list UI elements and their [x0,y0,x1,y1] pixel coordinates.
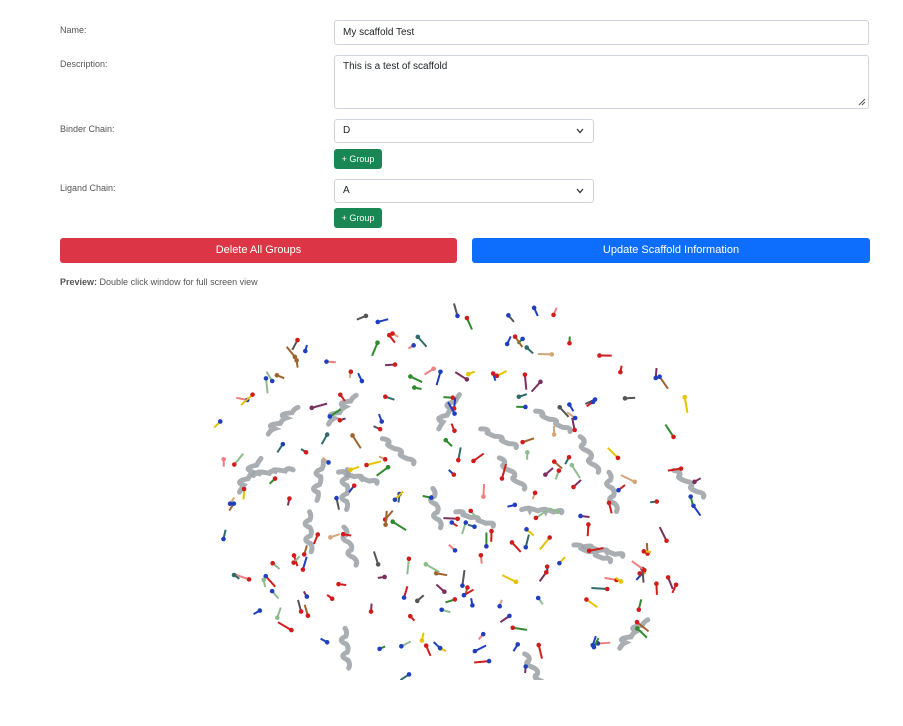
description-label: Description: [60,59,108,69]
ligand-chain-select[interactable]: A [334,179,594,203]
binder-add-group-button[interactable]: + Group [334,149,382,169]
chevron-down-icon [576,128,584,134]
ligand-chain-value: A [343,185,350,196]
delete-all-groups-button[interactable]: Delete All Groups [60,238,457,263]
description-textarea[interactable]: This is a test of scaffold [334,55,869,109]
update-scaffold-button[interactable]: Update Scaffold Information [472,238,870,263]
binder-chain-select[interactable]: D [334,119,594,143]
ligand-chain-label: Ligand Chain: [60,183,116,193]
binder-chain-label: Binder Chain: [60,124,115,134]
preview-caption: Preview: Double click window for full sc… [60,277,258,287]
resize-handle-icon[interactable] [858,98,866,106]
preview-hint: Double click window for full screen view [99,277,258,287]
binder-chain-value: D [343,125,351,136]
name-input[interactable]: My scaffold Test [334,20,869,45]
chevron-down-icon [576,188,584,194]
preview-label: Preview: [60,277,98,287]
molecule-viewer[interactable] [200,300,720,680]
description-text: This is a test of scaffold [343,61,448,72]
ligand-add-group-button[interactable]: + Group [334,208,382,228]
name-label: Name: [60,25,87,35]
